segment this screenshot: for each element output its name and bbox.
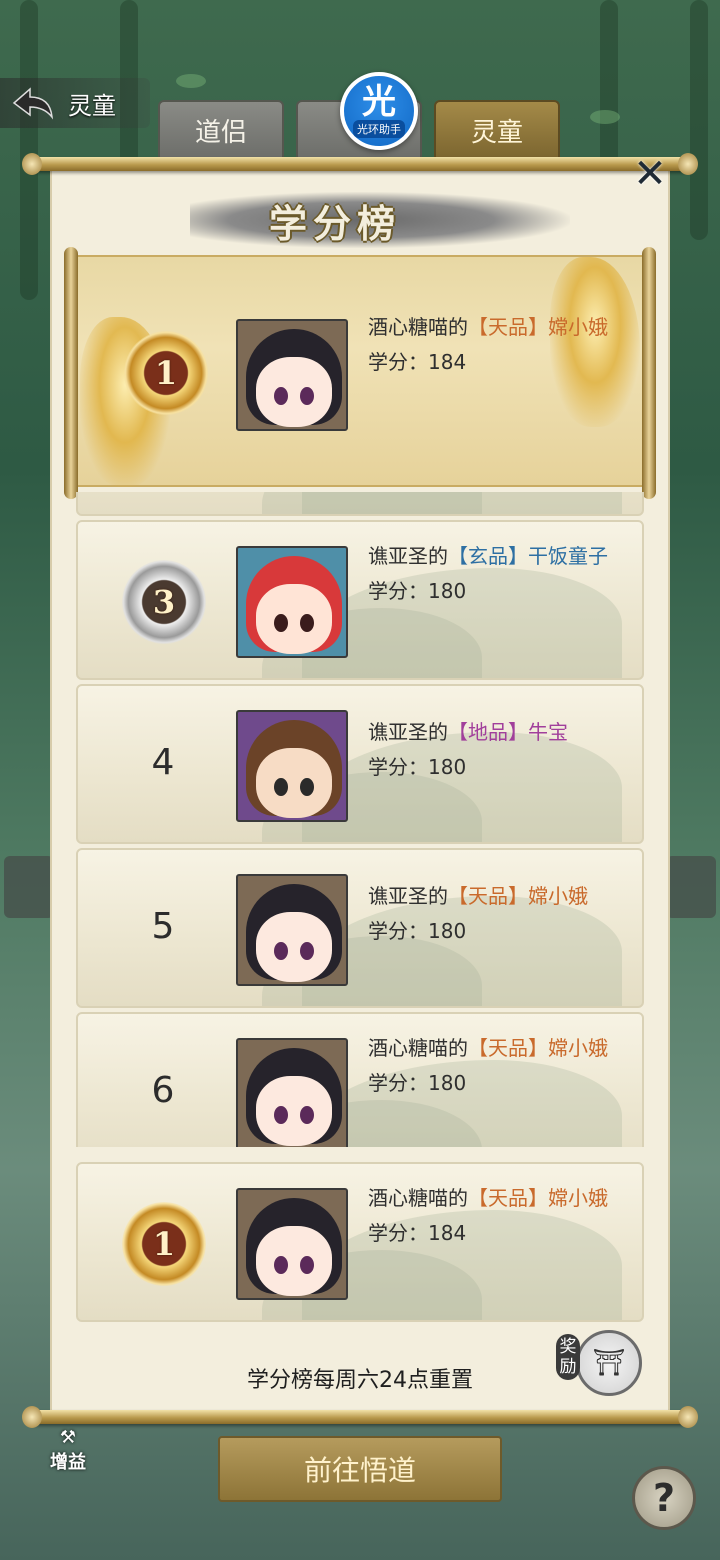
buff-button[interactable]: ⚒ 增益: [40, 1422, 96, 1478]
owner-name: 酒心糖喵的: [368, 1186, 468, 1210]
gate-icon: ⛩: [576, 1330, 642, 1396]
score-label: 学分：: [368, 1221, 428, 1245]
score-label: 学分：: [368, 1071, 428, 1095]
gold-medal-icon: 1: [124, 331, 208, 415]
score-label: 学分：: [368, 755, 428, 779]
scroll-side-rod: [642, 247, 656, 499]
avatar[interactable]: [236, 319, 348, 431]
child-name: 嫦小娥: [548, 1186, 608, 1210]
reward-button[interactable]: ⛩ 奖励: [556, 1330, 642, 1408]
back-button[interactable]: 灵童: [0, 78, 150, 128]
quality-tag: 【天品】: [448, 884, 528, 908]
buff-label: 增益: [50, 1451, 86, 1473]
back-arrow-icon: [12, 87, 53, 120]
silver-medal-icon: 3: [122, 560, 206, 644]
go-button-label: 前往悟道: [303, 1454, 416, 1487]
list-item: 3 谯亚圣的【玄品】干饭童子 学分：180: [76, 520, 644, 680]
close-button[interactable]: ✕: [628, 152, 672, 196]
title-banner: 学分榜: [190, 192, 570, 248]
owner-name: 酒心糖喵的: [368, 1036, 468, 1060]
owner-name: 谯亚圣的: [368, 544, 448, 568]
my-rank-row: 1 酒心糖喵的【天品】嫦小娥 学分：184: [76, 1162, 644, 1322]
score-label: 学分：: [368, 579, 428, 603]
score-value: 180: [428, 1071, 467, 1095]
reward-label: 奖励: [556, 1334, 580, 1380]
entry-info: 谯亚圣的【地品】牛宝 学分：180: [368, 720, 618, 780]
panel-title: 学分榜: [268, 200, 401, 246]
list-item: 5 谯亚圣的【天品】嫦小娥 学分：180: [76, 848, 644, 1008]
entry-info: 谯亚圣的【玄品】干饭童子 学分：180: [368, 544, 618, 604]
avatar[interactable]: [236, 546, 348, 658]
child-name: 嫦小娥: [528, 884, 588, 908]
entry-info: 酒心糖喵的【天品】嫦小娥 学分：180: [368, 1036, 618, 1096]
go-enlighten-button[interactable]: 前往悟道: [218, 1436, 502, 1502]
avatar[interactable]: [236, 874, 348, 986]
child-name: 嫦小娥: [548, 315, 608, 339]
badge-label: 光环助手: [353, 120, 405, 138]
scroll-side-rod: [64, 247, 78, 499]
assistant-badge[interactable]: 光 光环助手: [340, 72, 418, 150]
rank-number: 1: [154, 354, 178, 392]
rank-number: 3: [152, 583, 176, 621]
score-value: 180: [428, 579, 467, 603]
score-value: 180: [428, 755, 467, 779]
avatar[interactable]: [236, 1038, 348, 1147]
list-item: [76, 492, 644, 516]
score-value: 184: [428, 1221, 467, 1245]
quality-tag: 【地品】: [448, 720, 528, 744]
tab-lingtong[interactable]: 灵童: [434, 100, 560, 160]
rank-number: 1: [152, 1225, 176, 1263]
buff-icon: ⚒: [59, 1426, 77, 1448]
quality-tag: 【玄品】: [448, 544, 528, 568]
child-name: 嫦小娥: [548, 1036, 608, 1060]
rank-number: 6: [151, 1070, 175, 1111]
tab-label: 灵童: [470, 117, 523, 148]
entry-info: 酒心糖喵的【天品】嫦小娥 学分：184: [368, 315, 618, 375]
entry-info: 谯亚圣的【天品】嫦小娥 学分：180: [368, 884, 618, 944]
close-icon: ✕: [633, 151, 667, 197]
help-button[interactable]: ?: [632, 1466, 696, 1530]
list-item: 4 谯亚圣的【地品】牛宝 学分：180: [76, 684, 644, 844]
tab-daolv[interactable]: 道侣: [158, 100, 284, 160]
leaderboard-list[interactable]: 3 谯亚圣的【玄品】干饭童子 学分：180 4 谯亚圣的【地品】牛宝 学分：18…: [70, 492, 650, 1147]
page-title: 灵童: [68, 91, 116, 120]
score-value: 184: [428, 350, 467, 374]
avatar[interactable]: [236, 1188, 348, 1300]
child-name: 干饭童子: [528, 544, 608, 568]
scroll-rod-bottom: [22, 1406, 698, 1428]
rank-number: 5: [151, 906, 175, 947]
quality-tag: 【天品】: [468, 315, 548, 339]
entry-info: 酒心糖喵的【天品】嫦小娥 学分：184: [368, 1186, 618, 1246]
tab-label: 道侣: [194, 117, 247, 148]
quality-tag: 【天品】: [468, 1186, 548, 1210]
question-icon: ?: [652, 1476, 676, 1520]
scroll-rod-top: [22, 153, 698, 175]
top-rank-card: 1 酒心糖喵的【天品】嫦小娥 学分：184: [64, 247, 656, 499]
badge-glyph: 光: [362, 82, 396, 122]
owner-name: 酒心糖喵的: [368, 315, 468, 339]
owner-name: 谯亚圣的: [368, 884, 448, 908]
score-label: 学分：: [368, 350, 428, 374]
gold-medal-icon: 1: [122, 1202, 206, 1286]
quality-tag: 【天品】: [468, 1036, 548, 1060]
rank-number: 4: [151, 742, 175, 783]
child-name: 牛宝: [528, 720, 568, 744]
list-item: 6 酒心糖喵的【天品】嫦小娥 学分：180: [76, 1012, 644, 1147]
avatar[interactable]: [236, 710, 348, 822]
score-value: 180: [428, 919, 467, 943]
owner-name: 谯亚圣的: [368, 720, 448, 744]
score-label: 学分：: [368, 919, 428, 943]
